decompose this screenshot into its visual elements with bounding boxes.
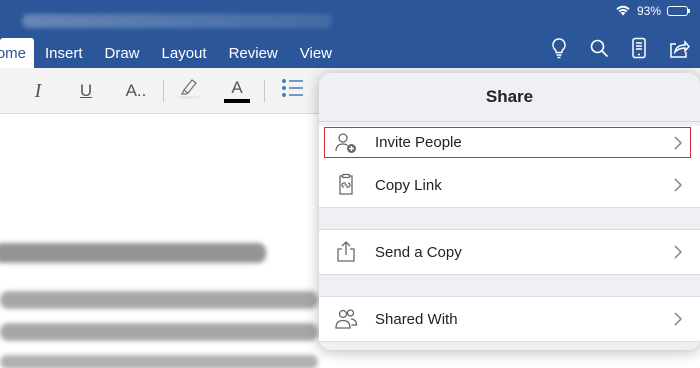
battery-percent: 93% [636, 4, 661, 18]
chevron-right-icon [673, 244, 683, 260]
lightbulb-icon[interactable] [548, 37, 570, 59]
blurred-text-line [0, 323, 318, 341]
tab-home[interactable]: ome [0, 38, 34, 68]
ribbon-bar: 93% ome Insert Draw Layout Review View [0, 0, 700, 68]
search-icon[interactable] [588, 37, 610, 59]
invite-people-icon [334, 131, 358, 155]
copy-link-label: Copy Link [375, 176, 442, 194]
copy-link-item[interactable]: Copy Link [319, 163, 700, 207]
bullets-button[interactable] [280, 78, 306, 104]
mobile-view-icon[interactable] [628, 37, 650, 59]
invite-people-label: Invite People [375, 134, 462, 151]
battery-icon [667, 6, 690, 16]
share-group-send: Send a Copy [319, 229, 700, 275]
wifi-icon [615, 4, 631, 19]
document-title-blurred [22, 14, 332, 28]
ribbon-tabs: ome Insert Draw Layout Review View [0, 38, 343, 68]
blurred-text-line [0, 355, 318, 368]
chevron-right-icon [673, 311, 683, 327]
tab-layout[interactable]: Layout [151, 38, 218, 68]
ribbon-actions [548, 36, 690, 60]
blurred-heading [0, 243, 266, 263]
share-header: Share [319, 73, 700, 122]
toolbar-divider [163, 80, 164, 102]
shared-with-icon [334, 307, 358, 331]
toolbar-divider [264, 80, 265, 102]
invite-people-item[interactable]: Invite People [323, 126, 692, 159]
font-color-swatch [224, 99, 250, 103]
shared-with-item[interactable]: Shared With [319, 297, 700, 341]
chevron-right-icon [673, 135, 683, 151]
share-group-primary: Invite People Copy Link [319, 126, 700, 208]
highlighter-icon [176, 75, 202, 107]
share-title: Share [485, 87, 534, 106]
underline-button[interactable]: U [76, 78, 96, 104]
tab-draw[interactable]: Draw [94, 38, 151, 68]
send-a-copy-item[interactable]: Send a Copy [319, 230, 700, 274]
font-color-letter: A [231, 78, 243, 97]
copy-link-icon [334, 173, 358, 197]
status-bar: 93% [615, 4, 690, 19]
blurred-text-line [0, 291, 318, 309]
bullet-list-icon [281, 77, 305, 105]
tab-view[interactable]: View [289, 38, 343, 68]
italic-button[interactable]: I [28, 78, 48, 104]
tab-review[interactable]: Review [218, 38, 289, 68]
highlight-button[interactable] [175, 78, 203, 104]
font-color-button[interactable]: A [223, 78, 251, 104]
text-effects-button[interactable]: A.. [120, 78, 152, 104]
send-a-copy-label: Send a Copy [375, 243, 462, 261]
shared-with-label: Shared With [375, 310, 458, 328]
send-copy-icon [334, 240, 358, 264]
share-popover: Share Invite People Copy Link Send a Cop… [319, 73, 700, 350]
tab-insert[interactable]: Insert [34, 38, 94, 68]
share-group-shared: Shared With [319, 296, 700, 342]
chevron-right-icon [673, 177, 683, 193]
share-icon[interactable] [668, 37, 690, 59]
